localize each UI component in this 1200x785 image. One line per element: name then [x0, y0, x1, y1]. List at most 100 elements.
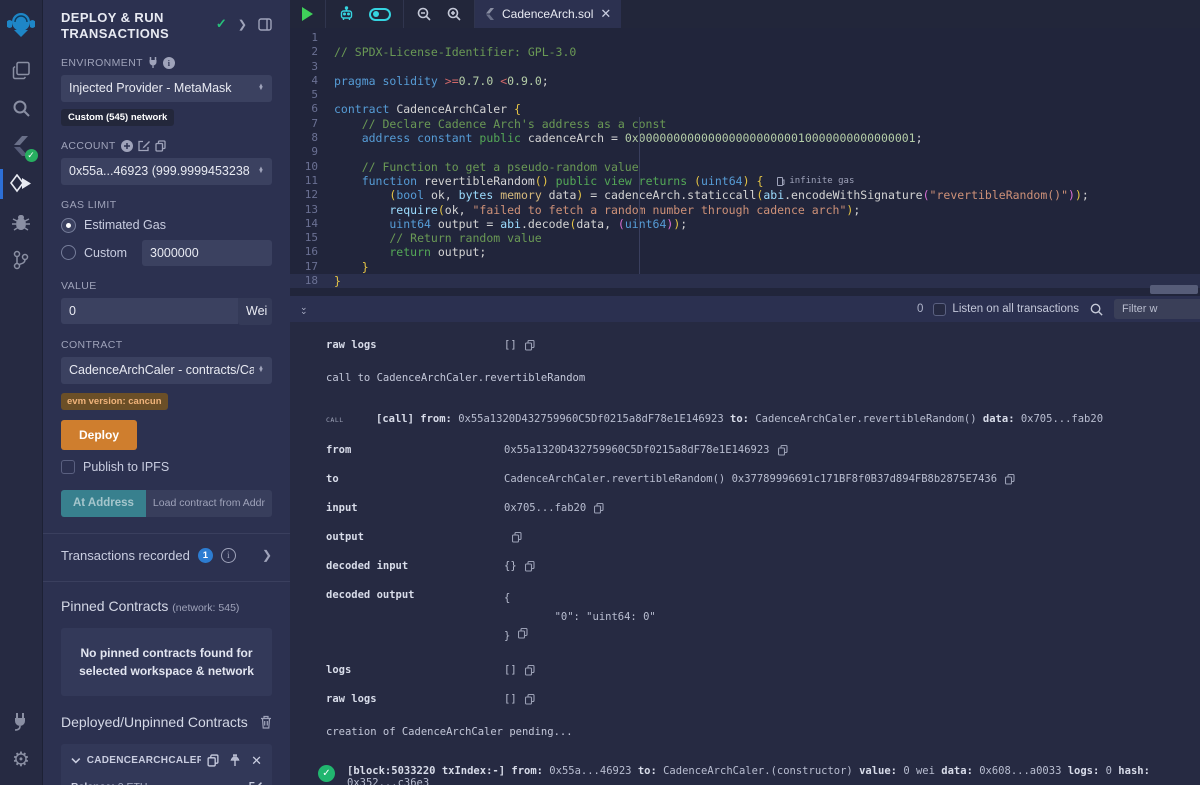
terminal-call-row[interactable]: call[call] from: 0x55a1320D432759960C5Df…	[326, 397, 1200, 435]
unit-select[interactable]: Wei ▲▼	[238, 298, 272, 325]
info-icon[interactable]: i	[221, 548, 236, 563]
account-select[interactable]: 0x55a...46923 (999.9999453238 ▲▼	[61, 158, 272, 185]
terminal-message[interactable]: call to CadenceArchCaler.revertibleRando…	[326, 359, 1200, 397]
code-line-6[interactable]: 6contract CadenceArchCaler {	[290, 102, 1200, 116]
terminal-row-decoded-output[interactable]: decoded output{ "0": "uint64: 0"}	[326, 580, 1200, 655]
code-line-10[interactable]: 10 // Function to get a pseudo-random va…	[290, 160, 1200, 174]
copy-icon[interactable]	[525, 665, 535, 676]
settings-icon[interactable]: ⚙	[0, 741, 43, 777]
listen-all-option[interactable]: Listen on all transactions	[933, 303, 1079, 316]
copy-icon[interactable]	[1005, 474, 1015, 485]
publish-ipfs-option[interactable]: Publish to IPFS	[61, 460, 272, 474]
code-line-15[interactable]: 15 // Return random value	[290, 231, 1200, 245]
publish-checkbox[interactable]	[61, 460, 75, 474]
pin-panel-icon[interactable]	[258, 18, 272, 31]
plugin-manager-icon[interactable]	[0, 703, 43, 739]
code-line-17[interactable]: 17 }	[290, 260, 1200, 274]
radio-selected[interactable]	[61, 218, 76, 233]
copy-icon[interactable]	[525, 340, 535, 351]
terminal-row-raw-logs[interactable]: raw logs[]	[326, 684, 1200, 713]
contract-instance-name[interactable]: CADENCEARCHCALER AT 0x	[87, 755, 201, 766]
pin-icon[interactable]	[229, 754, 241, 767]
copilot-toggle-icon[interactable]	[369, 8, 391, 21]
editor-hscrollbar[interactable]	[1150, 285, 1198, 294]
copy-account-icon[interactable]	[155, 140, 166, 152]
search-icon[interactable]	[1089, 302, 1104, 317]
code-line-5[interactable]: 5	[290, 88, 1200, 102]
copy-icon[interactable]	[594, 503, 604, 514]
zoom-in-icon[interactable]	[446, 6, 462, 22]
copy-icon[interactable]	[778, 445, 788, 456]
terminal-row-to[interactable]: toCadenceArchCaler.revertibleRandom() 0x…	[326, 464, 1200, 493]
terminal-row-input[interactable]: input0x705...fab20	[326, 493, 1200, 522]
run-script-icon[interactable]	[302, 7, 313, 21]
remix-logo-icon[interactable]	[0, 6, 43, 42]
tab-cadencearch-sol[interactable]: CadenceArch.sol ✕	[475, 0, 621, 28]
info-icon[interactable]: i	[163, 57, 175, 69]
debugger-icon[interactable]	[0, 204, 43, 240]
git-icon[interactable]	[0, 242, 43, 278]
copy-icon[interactable]	[207, 754, 219, 767]
terminal-row-raw-logs[interactable]: raw logs[]	[326, 330, 1200, 359]
code-editor[interactable]: 12// SPDX-License-Identifier: GPL-3.034p…	[290, 28, 1200, 296]
code-line-11[interactable]: 11 function revertibleRandom() public vi…	[290, 174, 1200, 188]
terminal-row-from[interactable]: from0x55a1320D432759960C5Df0215a8dF78e1E…	[326, 435, 1200, 464]
chevron-right-icon[interactable]: ❯	[262, 548, 272, 562]
value-input[interactable]	[61, 298, 238, 324]
code-line-8[interactable]: 8 address constant public cadenceArch = …	[290, 131, 1200, 145]
code-line-2[interactable]: 2// SPDX-License-Identifier: GPL-3.0	[290, 45, 1200, 59]
terminal-row-logs[interactable]: logs[]	[326, 655, 1200, 684]
custom-gas-input[interactable]	[142, 240, 272, 266]
terminal-block-row[interactable]: ✓[block:5033220 txIndex:-] from: 0x55a..…	[318, 751, 1200, 785]
environment-select[interactable]: Injected Provider - MetaMask ▲▼	[61, 75, 272, 102]
close-tab-icon[interactable]: ✕	[600, 6, 611, 22]
custom-gas-option[interactable]: Custom	[61, 240, 272, 266]
terminal-row-output[interactable]: output	[326, 522, 1200, 551]
code-line-12[interactable]: 12 (bool ok, bytes memory data) = cadenc…	[290, 188, 1200, 202]
file-explorer-icon[interactable]	[0, 52, 43, 88]
copy-icon[interactable]	[518, 628, 528, 647]
at-address-button[interactable]: At Address	[61, 490, 146, 517]
expand-terminal-icon[interactable]: ⌄⌄	[300, 305, 308, 313]
remix-ide: ✓ ⚙ DEPLOY & RUN TRANSACTIONS ✓ ❯	[0, 0, 1200, 785]
code-line-9[interactable]: 9	[290, 145, 1200, 159]
copy-icon[interactable]	[525, 561, 535, 572]
code-line-13[interactable]: 13 require(ok, "failed to fetch a random…	[290, 203, 1200, 217]
solidity-compiler-icon[interactable]: ✓	[0, 128, 43, 164]
code-line-18[interactable]: 18}	[290, 274, 1200, 288]
line-number: 7	[290, 117, 334, 131]
code-line-1[interactable]: 1	[290, 31, 1200, 45]
code-line-4[interactable]: 4pragma solidity >=0.7.0 <0.9.0;	[290, 74, 1200, 88]
at-address-input[interactable]	[146, 490, 272, 517]
radio-unselected[interactable]	[61, 245, 76, 260]
transactions-recorded[interactable]: Transactions recorded 1 i ❯	[61, 534, 272, 565]
line-number: 15	[290, 231, 334, 245]
edit-account-icon[interactable]	[138, 140, 150, 152]
trash-icon[interactable]	[260, 715, 272, 729]
estimated-gas-option[interactable]: Estimated Gas	[61, 218, 272, 233]
copy-icon[interactable]	[512, 532, 522, 543]
deploy-run-icon[interactable]	[0, 166, 43, 202]
search-icon[interactable]	[0, 90, 43, 126]
zoom-out-icon[interactable]	[416, 6, 432, 22]
edit-icon[interactable]	[249, 781, 262, 785]
balance: Balance: 0 ETH	[71, 781, 147, 785]
add-account-icon[interactable]	[121, 140, 133, 152]
copy-icon[interactable]	[525, 694, 535, 705]
close-icon[interactable]: ✕	[251, 753, 262, 769]
code-line-16[interactable]: 16 return output;	[290, 245, 1200, 259]
line-number: 6	[290, 102, 334, 116]
deploy-button[interactable]: Deploy	[61, 420, 137, 450]
code-line-7[interactable]: 7 // Declare Cadence Arch's address as a…	[290, 117, 1200, 131]
terminal-message[interactable]: creation of CadenceArchCaler pending...	[326, 713, 1200, 751]
filter-input[interactable]	[1114, 299, 1200, 319]
listen-checkbox[interactable]	[933, 303, 946, 316]
code-line-14[interactable]: 14 uint64 output = abi.decode(data, (uin…	[290, 217, 1200, 231]
chevron-down-icon[interactable]	[71, 757, 81, 764]
terminal-output[interactable]: raw logs[]call to CadenceArchCaler.rever…	[290, 322, 1200, 785]
ai-assistant-icon[interactable]	[338, 6, 355, 23]
panel-collapse-icon[interactable]: ❯	[238, 18, 247, 31]
code-line-3[interactable]: 3	[290, 60, 1200, 74]
contract-select[interactable]: CadenceArchCaler - contracts/Cac ▲▼	[61, 357, 272, 384]
terminal-row-decoded-input[interactable]: decoded input{}	[326, 551, 1200, 580]
